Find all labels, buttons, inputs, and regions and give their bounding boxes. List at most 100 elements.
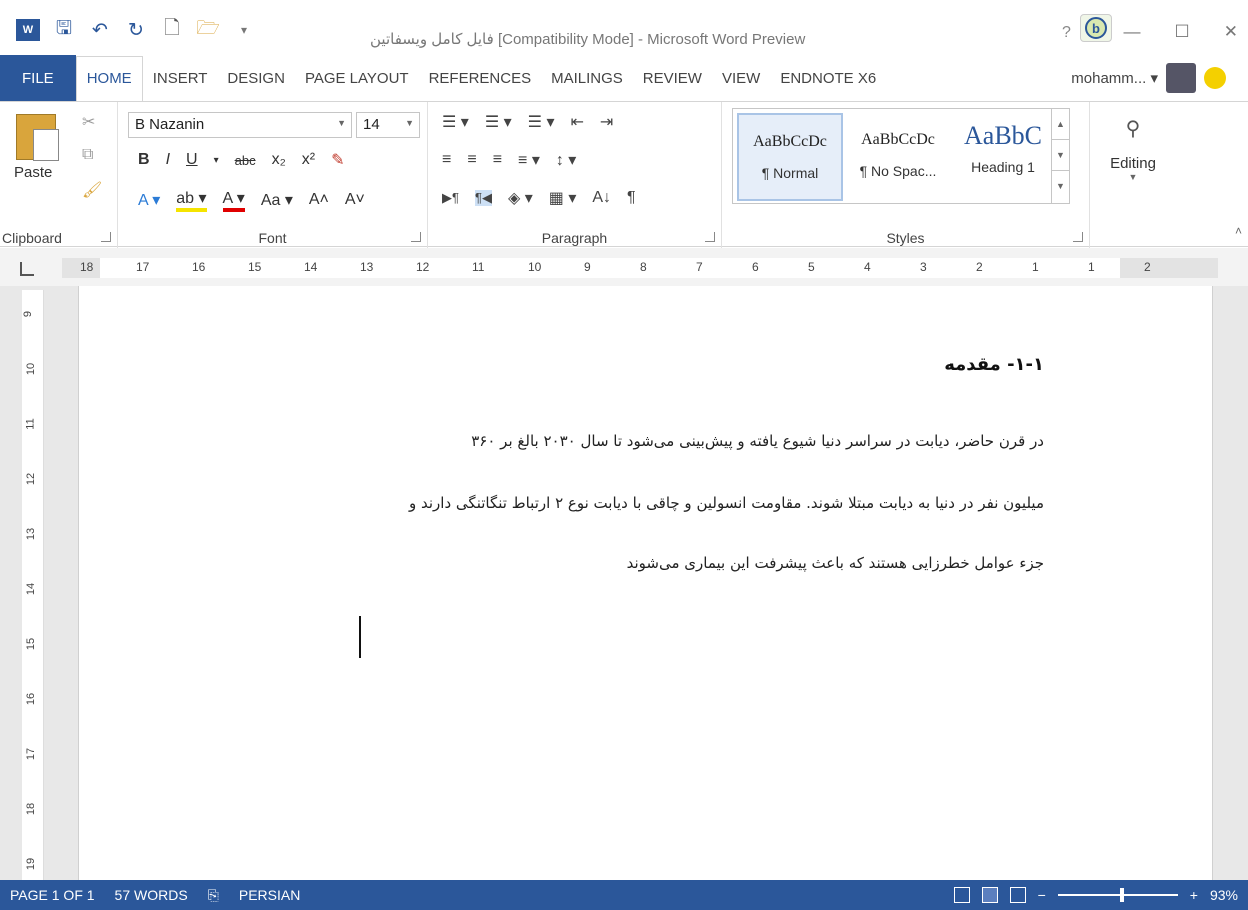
font-family-value: B Nazanin bbox=[135, 116, 205, 133]
style-heading-1[interactable]: AaBbC Heading 1 bbox=[955, 113, 1051, 201]
style-normal[interactable]: AaBbCcDc ¶ Normal bbox=[737, 113, 843, 201]
rtl-button[interactable]: ¶◀ bbox=[474, 190, 492, 206]
ruler-number: 14 bbox=[304, 260, 318, 274]
paragraph-line-1: در قرن حاضر، دیابت در سراسر دنیا شیوع یا… bbox=[471, 432, 1044, 450]
font-launcher-icon[interactable] bbox=[411, 232, 421, 242]
user-name[interactable]: mohamm... ▾ bbox=[1071, 69, 1158, 87]
word-count[interactable]: 57 WORDS bbox=[105, 887, 198, 903]
editing-button[interactable]: ⚲ Editing ▼ bbox=[1098, 116, 1168, 182]
paragraph-group: ☰ ▾ ☰ ▾ ☰ ▾ ⇤ ⇥ ≡ ≡ ≡ ≡ ▾ ↕ ▾ ▶¶ ¶◀ ◈ ▾ … bbox=[428, 102, 722, 248]
font-family-select[interactable]: B Nazanin ▼ bbox=[128, 112, 352, 138]
sort-button[interactable]: A↓ bbox=[592, 189, 611, 207]
ruler-number: 15 bbox=[248, 260, 262, 274]
font-label: Font bbox=[258, 230, 287, 246]
zoom-level[interactable]: 93% bbox=[1210, 887, 1238, 903]
tab-selector-icon[interactable] bbox=[20, 262, 34, 276]
more-styles-icon[interactable]: ▼ bbox=[1052, 171, 1069, 202]
copy-icon[interactable]: ⧉ bbox=[82, 146, 93, 164]
undo-icon[interactable]: ↶ bbox=[88, 18, 112, 42]
page-count[interactable]: PAGE 1 OF 1 bbox=[0, 887, 105, 903]
proofing-icon[interactable]: ⎘ bbox=[198, 887, 229, 904]
text-effects-button[interactable]: A ▾ bbox=[138, 190, 160, 210]
bold-button[interactable]: B bbox=[138, 151, 150, 169]
redo-icon[interactable]: ↻ bbox=[124, 18, 148, 42]
shrink-font-button[interactable]: A˅ bbox=[345, 191, 365, 209]
justify-button[interactable]: ≡ ▾ bbox=[518, 150, 540, 170]
document-page[interactable]: ۱-۱- مقدمه در قرن حاضر، دیابت در سراسر د… bbox=[78, 286, 1213, 886]
close-icon[interactable]: ✕ bbox=[1224, 22, 1238, 42]
clear-formatting-button[interactable]: ✎ bbox=[331, 150, 344, 170]
help-button[interactable]: ? bbox=[1062, 24, 1071, 42]
numbering-button[interactable]: ☰ ▾ bbox=[485, 112, 512, 132]
italic-button[interactable]: I bbox=[166, 151, 170, 169]
chevron-down-icon[interactable]: ▼ bbox=[1052, 140, 1069, 171]
ruler-number: 1 bbox=[1088, 260, 1095, 274]
zoom-slider[interactable] bbox=[1057, 888, 1178, 902]
grow-font-button[interactable]: A˄ bbox=[309, 191, 329, 209]
ribbon: Paste ✂ ⧉ 🖌 Clipboard B Nazanin ▼ 14 ▼ B I… bbox=[0, 101, 1248, 248]
underline-button[interactable]: U bbox=[186, 151, 198, 169]
zoom-out-button[interactable]: − bbox=[1038, 887, 1046, 903]
print-layout-icon[interactable] bbox=[981, 887, 998, 903]
format-painter-icon[interactable]: 🖌 bbox=[82, 180, 102, 200]
word-logo-icon[interactable]: W bbox=[16, 19, 40, 41]
web-layout-icon[interactable] bbox=[1009, 887, 1026, 903]
tab-references[interactable]: REFERENCES bbox=[419, 55, 542, 101]
underline-dropdown[interactable]: ▾ bbox=[214, 155, 219, 166]
change-case-button[interactable]: Aa ▾ bbox=[261, 190, 293, 210]
shading-button[interactable]: ◈ ▾ bbox=[508, 188, 533, 208]
vertical-ruler[interactable]: 9 10 11 12 13 14 15 16 17 18 19 bbox=[22, 290, 44, 880]
font-color-button[interactable]: A ▾ bbox=[222, 188, 245, 212]
open-folder-icon[interactable]: 🗁 bbox=[196, 18, 220, 42]
customize-qat-icon[interactable]: ▾ bbox=[232, 18, 256, 42]
bing-icon[interactable]: b bbox=[1080, 14, 1112, 42]
style-no-spacing[interactable]: AaBbCcDc ¶ No Spac... bbox=[845, 113, 951, 201]
tab-endnote[interactable]: ENDNOTE X6 bbox=[770, 55, 886, 101]
align-left-button[interactable]: ≡ bbox=[442, 151, 451, 169]
chevron-up-icon[interactable]: ▲ bbox=[1052, 109, 1069, 140]
paste-button[interactable]: Paste bbox=[14, 164, 52, 181]
highlight-button[interactable]: ab ▾ bbox=[176, 188, 207, 212]
paste-icon[interactable] bbox=[16, 114, 59, 161]
clipboard-launcher-icon[interactable] bbox=[101, 232, 111, 242]
align-center-button[interactable]: ≡ bbox=[467, 151, 476, 169]
tab-mailings[interactable]: MAILINGS bbox=[541, 55, 633, 101]
minimize-icon[interactable]: — bbox=[1124, 22, 1141, 42]
superscript-button[interactable]: x² bbox=[302, 151, 315, 169]
read-mode-icon[interactable] bbox=[953, 887, 970, 903]
feedback-smiley-icon[interactable] bbox=[1204, 67, 1226, 89]
decrease-indent-button[interactable]: ⇤ bbox=[570, 112, 583, 132]
tab-file[interactable]: FILE bbox=[0, 55, 76, 101]
strikethrough-button[interactable]: abc bbox=[235, 153, 256, 168]
document-area: ۱-۱- مقدمه در قرن حاضر، دیابت در سراسر د… bbox=[0, 286, 1248, 886]
user-account[interactable]: mohamm... ▾ bbox=[1071, 55, 1226, 101]
language-indicator[interactable]: PERSIAN bbox=[229, 887, 310, 903]
zoom-controls: − + 93% bbox=[953, 880, 1238, 910]
ltr-button[interactable]: ▶¶ bbox=[442, 190, 459, 206]
save-icon[interactable]: 🖫 bbox=[52, 18, 76, 42]
styles-launcher-icon[interactable] bbox=[1073, 232, 1083, 242]
increase-indent-button[interactable]: ⇥ bbox=[600, 112, 613, 132]
horizontal-ruler[interactable]: 18 17 16 15 14 13 12 11 10 9 8 7 6 5 4 3 2 1 1 2 bbox=[62, 258, 1218, 278]
paragraph-launcher-icon[interactable] bbox=[705, 232, 715, 242]
zoom-in-button[interactable]: + bbox=[1190, 887, 1198, 903]
font-size-select[interactable]: 14 ▼ bbox=[356, 112, 420, 138]
bullets-button[interactable]: ☰ ▾ bbox=[442, 112, 469, 132]
borders-button[interactable]: ▦ ▾ bbox=[549, 188, 577, 208]
line-spacing-button[interactable]: ↕ ▾ bbox=[556, 150, 576, 170]
tab-review[interactable]: REVIEW bbox=[633, 55, 712, 101]
show-marks-button[interactable]: ¶ bbox=[627, 189, 636, 207]
multilevel-list-button[interactable]: ☰ ▾ bbox=[528, 112, 555, 132]
new-document-icon[interactable]: 🗋 bbox=[160, 18, 184, 42]
maximize-icon[interactable]: ☐ bbox=[1175, 22, 1190, 42]
avatar[interactable] bbox=[1166, 63, 1196, 93]
align-right-button[interactable]: ≡ bbox=[493, 151, 502, 169]
tab-page-layout[interactable]: PAGE LAYOUT bbox=[295, 55, 419, 101]
cut-icon[interactable]: ✂ bbox=[82, 112, 95, 132]
tab-view[interactable]: VIEW bbox=[712, 55, 770, 101]
tab-home[interactable]: HOME bbox=[75, 55, 143, 102]
tab-design[interactable]: DESIGN bbox=[217, 55, 295, 101]
collapse-ribbon-icon[interactable]: ˄ bbox=[1235, 224, 1242, 238]
tab-insert[interactable]: INSERT bbox=[143, 55, 218, 101]
subscript-button[interactable]: x₂ bbox=[272, 151, 286, 169]
